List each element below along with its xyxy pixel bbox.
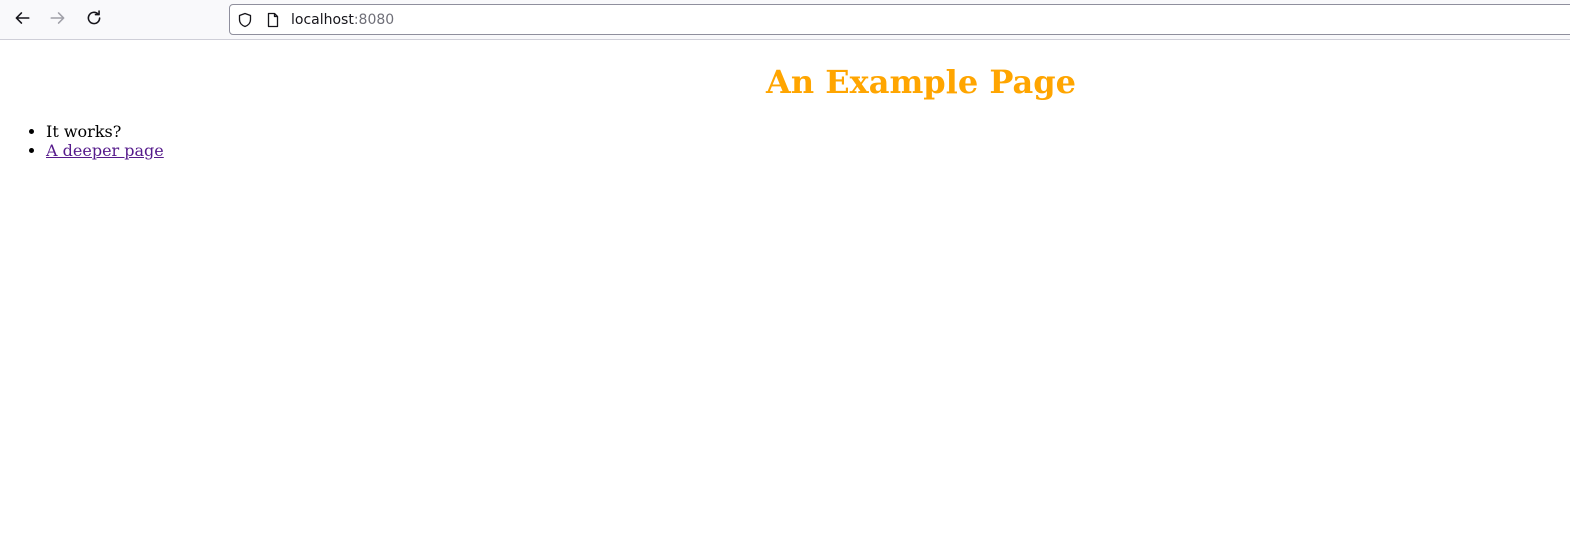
shield-icon[interactable] [237, 12, 253, 28]
list-item-text: It works? [46, 122, 122, 141]
reload-icon [85, 9, 103, 32]
deeper-page-link[interactable]: A deeper page [46, 141, 164, 160]
page-content: An Example Page It works? A deeper page [0, 41, 1570, 539]
page-title: An Example Page [766, 63, 1076, 101]
reload-button[interactable] [80, 6, 108, 34]
list-item: It works? [46, 122, 164, 141]
list-item: A deeper page [46, 141, 164, 160]
browser-toolbar: localhost:8080 [0, 0, 1570, 40]
url-text[interactable]: localhost:8080 [291, 11, 394, 29]
forward-button[interactable] [44, 6, 72, 34]
arrow-left-icon [13, 9, 31, 32]
url-port: :8080 [353, 12, 395, 28]
item-list: It works? A deeper page [6, 122, 164, 160]
arrow-right-icon [49, 9, 67, 32]
page-icon[interactable] [265, 12, 281, 28]
back-button[interactable] [8, 6, 36, 34]
url-bar[interactable]: localhost:8080 [229, 4, 1570, 35]
url-host: localhost [291, 12, 354, 28]
